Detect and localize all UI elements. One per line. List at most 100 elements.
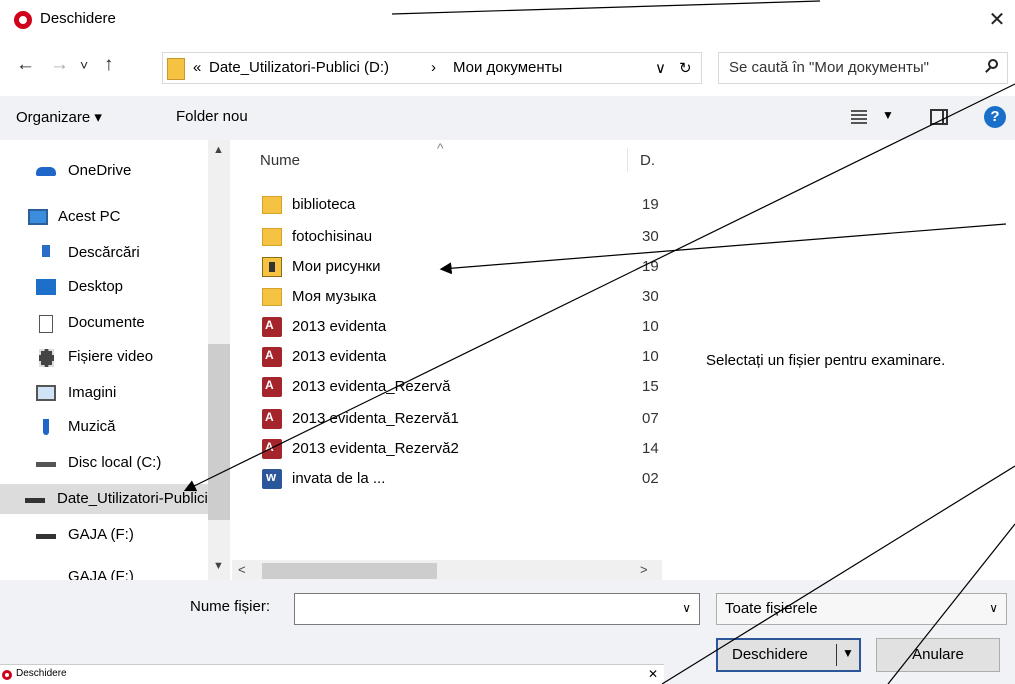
navigation-pane: OneDrive Acest PC Descărcări Desktop Doc… (0, 140, 232, 580)
file-row[interactable]: invata de la ... 02 (262, 464, 662, 494)
pictures-icon (36, 385, 56, 401)
sidebar-item-videos[interactable]: Fișiere video (10, 342, 210, 372)
cancel-button[interactable]: Anulare (876, 638, 1000, 672)
file-name: 2013 evidenta_Rezervă2 (292, 440, 459, 457)
organize-button[interactable]: Organizare ▾ (16, 108, 102, 126)
breadcrumb-overflow[interactable]: « (193, 59, 201, 76)
cancel-button-label: Anulare (912, 646, 964, 663)
file-row[interactable]: 2013 evidenta 10 (262, 312, 662, 342)
sidebar-item-label: Desktop (68, 278, 124, 295)
preview-pane: Selectați un fișier pentru examinare. (662, 140, 1015, 580)
sidebar-item-gaja[interactable]: GAJA (F:) (10, 520, 210, 550)
sidebar-item-this-pc[interactable]: Acest PC (10, 202, 210, 232)
preview-message: Selectați un fișier pentru examinare. (706, 352, 946, 369)
scroll-down-icon[interactable]: ▼ (213, 560, 224, 572)
drive-icon (36, 534, 56, 539)
file-row[interactable]: 2013 evidenta_Rezervă1 07 (262, 404, 662, 434)
file-row[interactable]: 2013 evidenta_Rezervă2 14 (262, 434, 662, 464)
file-name: 2013 evidenta_Rezervă1 (292, 410, 459, 427)
view-dropdown-button[interactable]: ▼ (882, 108, 894, 122)
scroll-up-icon[interactable]: ▲ (213, 144, 224, 156)
file-row[interactable]: fotochisinau 30 (262, 222, 662, 252)
navigation-bar: ← → ˅ ↑ « Date_Utilizatori-Publici (D:) … (0, 48, 1015, 86)
sidebar-item-pictures[interactable]: Imagini (10, 378, 210, 408)
file-type-select[interactable]: Toate fișierele ∨ (716, 593, 1007, 625)
search-box[interactable]: Se caută în "Мои документы" (718, 52, 1008, 84)
filename-field[interactable]: ∨ (294, 593, 700, 625)
sidebar-item-label: OneDrive (68, 162, 132, 179)
sidebar-item-public-data[interactable]: Date_Utilizatori-Publici (D:) (0, 484, 208, 514)
scroll-right-icon[interactable]: > (640, 562, 648, 577)
sidebar-item-desktop[interactable]: Desktop (10, 272, 210, 302)
sidebar-item-label: Descărcări (68, 244, 140, 261)
scrollbar-thumb[interactable] (208, 344, 230, 520)
search-input[interactable]: Se caută în "Мои документы" (729, 59, 929, 76)
column-header-name[interactable]: Nume (260, 152, 300, 169)
file-list-horizontal-scrollbar[interactable]: < > (232, 560, 662, 582)
address-dropdown-button[interactable]: ∨ (655, 59, 666, 77)
sidebar-item-label: Imagini (68, 384, 117, 401)
sidebar-item-documents[interactable]: Documente (10, 308, 210, 338)
open-button-label: Deschidere (732, 646, 808, 663)
file-date: 30 (642, 228, 659, 245)
breadcrumb-folder[interactable]: Мои документы (453, 59, 562, 76)
open-button[interactable]: Deschidere ▼ (716, 638, 861, 672)
download-icon (42, 245, 50, 257)
sidebar-item-local-disk[interactable]: Disc local (C:) (10, 448, 210, 478)
column-divider[interactable] (627, 148, 628, 172)
address-bar[interactable]: « Date_Utilizatori-Publici (D:) › Мои до… (162, 52, 702, 84)
file-type-value: Toate fișierele (725, 600, 818, 617)
up-button[interactable]: ↑ (104, 54, 114, 76)
close-button[interactable]: ✕ (985, 6, 1009, 34)
opera-icon (2, 670, 12, 680)
file-name: Мои рисунки (292, 258, 381, 275)
filename-input[interactable] (295, 594, 675, 622)
file-date: 07 (642, 410, 659, 427)
access-icon (262, 409, 282, 429)
folder-icon (167, 58, 185, 80)
file-date: 30 (642, 288, 659, 305)
drive-icon (25, 498, 45, 503)
help-icon[interactable]: ? (984, 106, 1006, 128)
scrollbar-thumb[interactable] (262, 563, 437, 579)
sidebar-scrollbar[interactable]: ▲ ▼ (208, 140, 230, 580)
sidebar-item-music[interactable]: Muzică (10, 412, 210, 442)
access-icon (262, 377, 282, 397)
refresh-button[interactable]: ↻ (679, 59, 692, 77)
file-name: 2013 evidenta (292, 318, 387, 335)
file-row[interactable]: 2013 evidenta_Rezervă 15 (262, 372, 662, 402)
sidebar-item-onedrive[interactable]: OneDrive (10, 156, 210, 186)
sidebar-item-label: GAJA (F:) (68, 568, 134, 580)
sidebar-item-gaja-2[interactable]: GAJA (F:) (10, 566, 210, 580)
file-name: 2013 evidenta_Rezervă (292, 378, 451, 395)
back-button[interactable]: ← (16, 54, 35, 76)
preview-pane-icon[interactable] (930, 109, 948, 125)
column-header-date[interactable]: D. (640, 152, 655, 169)
file-row[interactable]: 2013 evidenta 10 (262, 342, 662, 372)
video-icon (39, 349, 54, 367)
drive-icon (36, 462, 56, 467)
view-options-icon[interactable] (851, 109, 867, 125)
recent-locations-button[interactable]: ˅ (80, 57, 88, 73)
window-title: Deschidere (40, 10, 116, 27)
sidebar-item-label: Date_Utilizatori-Publici (D:) (57, 490, 207, 507)
file-row[interactable]: Моя музыка 30 (262, 282, 662, 312)
file-row[interactable]: biblioteca 19 (262, 190, 662, 220)
forward-button[interactable]: → (50, 54, 69, 76)
desktop-icon (36, 279, 56, 295)
file-list: Nume ^ D. biblioteca 19 fotochisinau 30 … (232, 140, 662, 582)
access-locked-icon (262, 347, 282, 367)
close-icon: ✕ (648, 667, 659, 681)
pictures-folder-icon (262, 257, 282, 277)
file-row[interactable]: Мои рисунки 19 (262, 252, 662, 282)
filename-dropdown-icon[interactable]: ∨ (682, 601, 691, 615)
sidebar-item-label: GAJA (F:) (68, 526, 134, 543)
scroll-left-icon[interactable]: < (238, 562, 246, 577)
open-options-dropdown[interactable]: ▼ (842, 646, 854, 660)
opera-icon (14, 11, 32, 29)
breadcrumb-drive[interactable]: Date_Utilizatori-Publici (D:) (209, 59, 389, 76)
sidebar-item-downloads[interactable]: Descărcări (10, 238, 210, 268)
new-folder-button[interactable]: Folder nou (176, 108, 248, 125)
file-date: 10 (642, 348, 659, 365)
search-icon[interactable] (985, 58, 999, 73)
